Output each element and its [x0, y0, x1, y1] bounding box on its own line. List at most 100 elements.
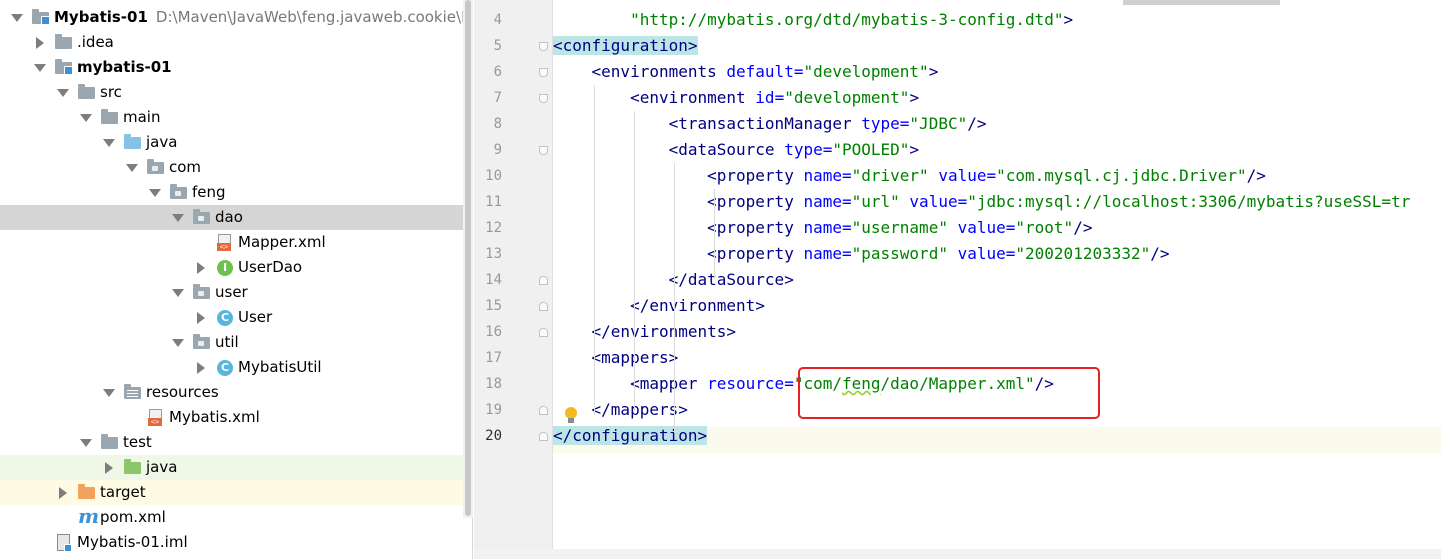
fold-marker-icon[interactable]: [539, 432, 548, 441]
code-token: resource=: [707, 374, 794, 393]
tree-item-mybatis-01[interactable]: Mybatis-01 D:\Maven\JavaWeb\feng.javaweb.…: [0, 5, 472, 30]
expanded-arrow-icon[interactable]: [148, 180, 162, 205]
collapsed-arrow-icon[interactable]: [194, 355, 208, 380]
project-tree-panel[interactable]: Mybatis-01 D:\Maven\JavaWeb\feng.javaweb.…: [0, 0, 473, 559]
code-token: >: [909, 140, 920, 159]
fold-marker-icon[interactable]: [539, 302, 548, 311]
tree-item-label: Mapper.xml: [238, 233, 326, 251]
code-token: >: [1063, 10, 1074, 29]
lightbulb-intention-icon[interactable]: [564, 407, 578, 425]
code-token: <environments: [553, 62, 727, 81]
collapsed-arrow-icon[interactable]: [194, 255, 208, 280]
expanded-arrow-icon[interactable]: [171, 205, 185, 230]
code-line[interactable]: </configuration>: [553, 423, 708, 449]
code-token: >: [909, 88, 920, 107]
expanded-arrow-icon[interactable]: [171, 330, 185, 355]
fold-marker-icon[interactable]: [539, 328, 548, 337]
line-number: 15: [485, 298, 502, 314]
code-token: <property: [553, 244, 804, 263]
tree-item-main[interactable]: main: [0, 105, 472, 130]
code-token: <dataSource: [553, 140, 785, 159]
expanded-arrow-icon[interactable]: [56, 80, 70, 105]
tree-item-feng[interactable]: feng: [0, 180, 472, 205]
code-token: </environments>: [553, 322, 737, 341]
expanded-arrow-icon[interactable]: [79, 105, 93, 130]
tree-item-com[interactable]: com: [0, 155, 472, 180]
code-line[interactable]: <property name="driver" value="com.mysql…: [553, 163, 1266, 189]
fold-marker-icon[interactable]: [539, 68, 548, 77]
tree-item-src[interactable]: src: [0, 80, 472, 105]
code-line[interactable]: <environments default="development">: [553, 59, 939, 85]
excluded-folder-icon: [78, 484, 96, 500]
expanded-arrow-icon[interactable]: [79, 430, 93, 455]
expanded-arrow-icon[interactable]: [33, 55, 47, 80]
tree-item-label: Mybatis-01.iml: [77, 533, 188, 551]
code-token: <property: [553, 218, 804, 237]
tree-item-mybatis-xml[interactable]: Mybatis.xml: [0, 405, 472, 430]
code-token: type=: [861, 114, 910, 133]
fold-marker-icon[interactable]: [539, 146, 548, 155]
code-token: name=: [803, 192, 852, 211]
fold-marker-icon[interactable]: [539, 94, 548, 103]
tree-item-target[interactable]: target: [0, 480, 472, 505]
fold-marker-icon[interactable]: [539, 42, 548, 51]
code-token: type=: [784, 140, 833, 159]
code-line[interactable]: "http://mybatis.org/dtd/mybatis-3-config…: [553, 7, 1073, 33]
code-token: />: [1150, 244, 1170, 263]
expanded-arrow-icon[interactable]: [102, 380, 116, 405]
code-line[interactable]: <property name="password" value="2002012…: [553, 241, 1170, 267]
code-token: "username": [851, 218, 958, 237]
tree-item-test[interactable]: test: [0, 430, 472, 455]
tree-item-java[interactable]: java: [0, 455, 472, 480]
expanded-arrow-icon[interactable]: [10, 5, 24, 30]
project-tree-scrollbar[interactable]: [463, 0, 473, 518]
tree-item-util[interactable]: util: [0, 330, 472, 355]
collapsed-arrow-icon[interactable]: [194, 305, 208, 330]
resources-folder-icon: [124, 384, 142, 400]
tree-item--idea[interactable]: .idea: [0, 30, 472, 55]
code-token: />: [1073, 218, 1093, 237]
code-token: name=: [803, 218, 852, 237]
tree-item-userdao[interactable]: I UserDao: [0, 255, 472, 280]
tree-item-mybatisutil[interactable]: C MybatisUtil: [0, 355, 472, 380]
tree-item-mapper-xml[interactable]: Mapper.xml: [0, 230, 472, 255]
code-line[interactable]: <transactionManager type="JDBC"/>: [553, 111, 987, 137]
code-line[interactable]: <environment id="development">: [553, 85, 919, 111]
tree-item-java[interactable]: java: [0, 130, 472, 155]
folder-icon: [101, 109, 119, 125]
tree-item-mybatis-01[interactable]: mybatis-01: [0, 55, 472, 80]
tree-item-label: java: [146, 458, 178, 476]
code-editor[interactable]: 4 5 6 7 8 9 10 11 12 13 14 15 16 17 18 19 20 "http://myb…: [474, 0, 1441, 559]
code-line[interactable]: <configuration>: [553, 33, 698, 59]
expanded-arrow-icon[interactable]: [102, 130, 116, 155]
tree-item-mybatis-01-iml[interactable]: Mybatis-01.iml: [0, 530, 472, 555]
code-line[interactable]: </environments>: [553, 319, 737, 345]
line-number: 18: [485, 376, 502, 392]
tree-item-dao[interactable]: dao: [0, 205, 472, 230]
tree-item-resources[interactable]: resources: [0, 380, 472, 405]
fold-marker-icon[interactable]: [539, 406, 548, 415]
tree-item-label: user: [215, 283, 248, 301]
code-line[interactable]: <dataSource type="POOLED">: [553, 137, 919, 163]
tree-item-pom-xml[interactable]: m pom.xml: [0, 505, 472, 530]
package-icon: [170, 184, 188, 200]
collapsed-arrow-icon[interactable]: [56, 480, 70, 505]
line-number: 14: [485, 272, 502, 288]
line-number: 20: [485, 428, 502, 444]
code-token: default=: [726, 62, 804, 81]
editor-horizontal-scrollbar[interactable]: [474, 549, 1441, 559]
fold-marker-icon[interactable]: [539, 276, 548, 285]
tree-item-user[interactable]: user: [0, 280, 472, 305]
collapsed-arrow-icon[interactable]: [33, 30, 47, 55]
class-icon: C: [216, 310, 234, 326]
tree-item-user[interactable]: C User: [0, 305, 472, 330]
expanded-arrow-icon[interactable]: [125, 155, 139, 180]
code-token: "200201203332": [1015, 244, 1151, 263]
expanded-arrow-icon[interactable]: [171, 280, 185, 305]
tree-item-label: main: [123, 108, 161, 126]
code-line[interactable]: <mappers>: [553, 345, 679, 371]
code-line[interactable]: </environment>: [553, 293, 765, 319]
code-line[interactable]: <property name="url" value="jdbc:mysql:/…: [553, 189, 1410, 215]
code-token: <mappers>: [553, 348, 679, 367]
collapsed-arrow-icon[interactable]: [102, 455, 116, 480]
